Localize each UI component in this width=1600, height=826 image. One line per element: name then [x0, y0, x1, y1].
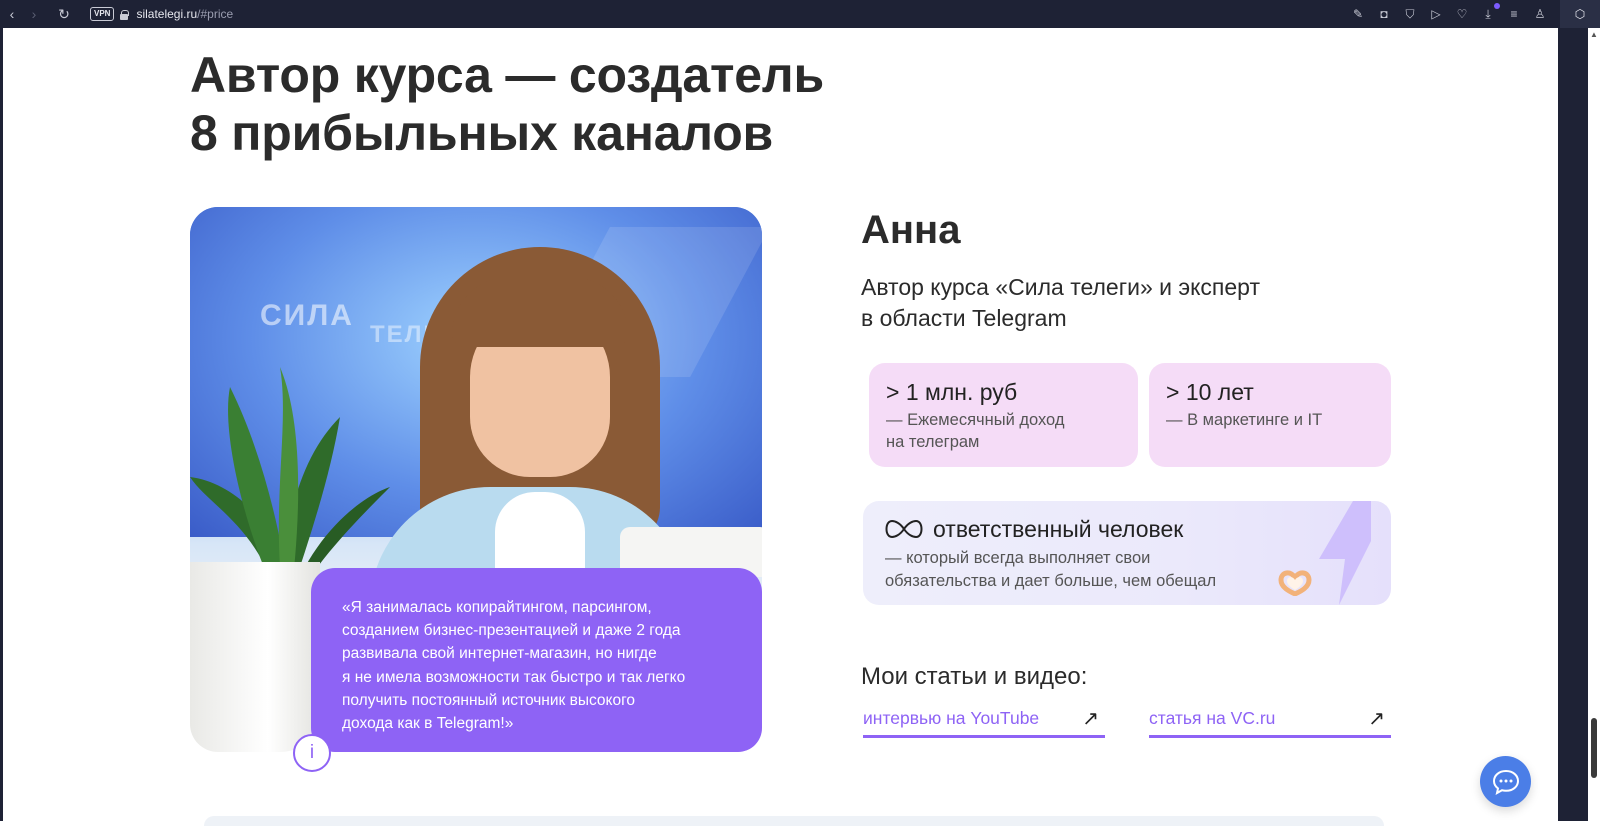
scrollbar-thumb[interactable]	[1591, 718, 1597, 778]
page-scrollbar[interactable]: ▲	[1588, 28, 1600, 821]
play-icon[interactable]: ▷	[1428, 6, 1444, 22]
shield-icon[interactable]: ⛉	[1402, 6, 1418, 22]
arrow-up-right-icon: ↗	[1082, 708, 1099, 730]
arrow-up-right-icon: ↗	[1368, 708, 1385, 730]
author-name: Анна	[861, 208, 961, 252]
forward-icon[interactable]: ›	[24, 4, 44, 24]
stat-value: > 10 лет	[1166, 379, 1254, 405]
next-section-edge	[204, 816, 1384, 826]
youtube-interview-link[interactable]: интервью на YouTube ↗	[863, 704, 1105, 738]
person-bangs	[452, 277, 628, 347]
address-bar[interactable]: silatelegi.ru/#price	[136, 7, 233, 21]
stat-card-experience: > 10 лет — В маркетинге и IT	[1149, 363, 1391, 467]
quote-text: «Я занималась копирайтингом, парсингом, …	[342, 599, 686, 733]
profile-icon[interactable]: ♙	[1532, 6, 1548, 22]
quote-bubble: «Я занималась копирайтингом, парсингом, …	[311, 568, 762, 752]
window-border-right	[1558, 28, 1588, 821]
extensions-icon[interactable]: ⬡	[1560, 0, 1600, 28]
chat-bubble-icon	[1492, 769, 1519, 795]
back-icon[interactable]: ‹	[2, 4, 22, 24]
stat-caption: — Ежемесячный доход на телеграм	[886, 411, 1065, 451]
infinity-icon	[885, 519, 923, 539]
url-host: silatelegi.ru	[136, 7, 198, 21]
download-indicator	[1494, 3, 1500, 9]
scroll-up-icon[interactable]: ▲	[1590, 30, 1598, 39]
section-title-line-1: Автор курса — создатель	[190, 47, 824, 103]
stat-caption: — В маркетинге и IT	[1166, 411, 1323, 429]
lock-icon[interactable]	[120, 9, 130, 20]
link-label: статья на VC.ru	[1149, 708, 1276, 728]
stat-card-income: > 1 млн. руб — Ежемесячный доход на теле…	[869, 363, 1138, 467]
chat-button[interactable]	[1480, 756, 1531, 807]
responsibility-card: ответственный человек — который всегда в…	[863, 501, 1391, 605]
download-icon[interactable]: ⤓	[1480, 6, 1496, 22]
responsibility-title: ответственный человек	[933, 516, 1184, 542]
info-button[interactable]: i	[293, 734, 331, 772]
reload-icon[interactable]: ↻	[54, 4, 74, 24]
heart-icon[interactable]: ♡	[1454, 6, 1470, 22]
stat-value: > 1 млн. руб	[886, 379, 1018, 405]
heart-hands-icon	[1278, 570, 1312, 596]
camera-icon[interactable]: ◘	[1376, 6, 1392, 22]
vc-article-link[interactable]: статья на VC.ru ↗	[1149, 704, 1391, 738]
url-path: /#price	[197, 7, 234, 21]
browser-toolbar: ‹ › ↻ VPN silatelegi.ru/#price ✎ ◘ ⛉ ▷ ♡…	[0, 0, 1600, 28]
plant-pot	[190, 562, 320, 752]
links-title: Мои статьи и видео:	[861, 663, 1088, 690]
link-label: интервью на YouTube	[863, 708, 1040, 728]
vpn-badge[interactable]: VPN	[90, 7, 115, 21]
menu-icon[interactable]: ≡	[1506, 6, 1522, 22]
responsibility-header: ответственный человек	[885, 515, 1369, 543]
browser-tools: ✎ ◘ ⛉ ▷ ♡ ⤓ ≡ ♙	[1350, 0, 1548, 28]
edit-icon[interactable]: ✎	[1350, 6, 1366, 22]
section-title: Автор курса — создатель 8 прибыльных кан…	[190, 46, 824, 162]
section-title-line-2: 8 прибыльных каналов	[190, 105, 774, 161]
author-description: Автор курса «Сила телеги» и эксперт в об…	[861, 274, 1260, 331]
